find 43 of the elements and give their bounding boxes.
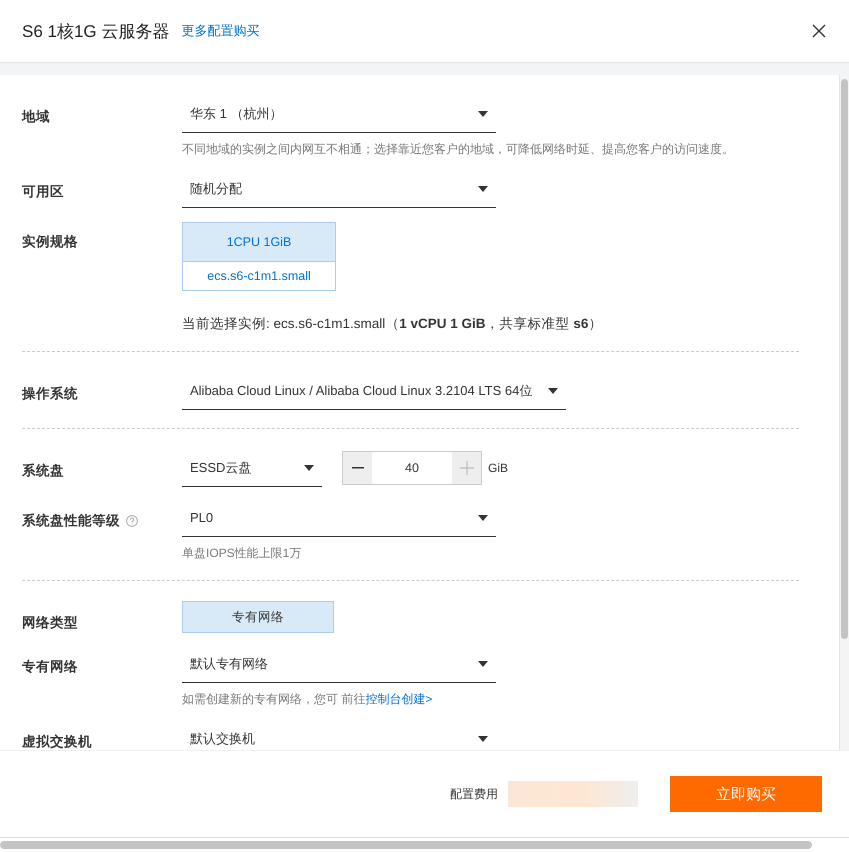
dropdown-select[interactable]: 随机分配 [182, 170, 496, 208]
plus-icon [460, 461, 474, 475]
spec-name: ecs.s6-c1m1.small [206, 268, 312, 285]
hint-text: 不同地域的实例之间内网互不相通；选择靠近您客户的地域，可降低网络时延、提高您客户的访问速度。 [182, 141, 735, 158]
hint-text: 单盘IOPS性能上限1万 [182, 545, 302, 562]
spec-header: 1CPU 1GiB [183, 223, 335, 262]
instance-spec-card[interactable]: 1CPU 1GiB ecs.s6-c1m1.small [182, 222, 336, 291]
caret-icon [478, 660, 488, 666]
dropdown-select[interactable]: 默认专有网络 [182, 645, 496, 683]
field-label: 地域 [22, 108, 50, 126]
dropdown-select[interactable]: PL0 [182, 499, 496, 537]
dropdown-select[interactable]: 华东 1 （杭州） [182, 95, 496, 133]
price-label: 配置费用 [450, 786, 498, 802]
hint-text: 如需创建新的专有网络，您可 前往控制台创建> [182, 691, 434, 708]
caret-icon [548, 388, 558, 394]
caret-icon [304, 464, 314, 470]
amount-input[interactable]: 40 [372, 451, 452, 485]
more-config-link[interactable]: 更多配置购买 [181, 22, 260, 40]
selection-summary: 当前选择实例: ecs.s6-c1m1.small（1 vCPU 1 GiB，共享标准型 s6） [182, 315, 604, 333]
field-label: 网络类型 [22, 614, 78, 632]
console-create-link[interactable]: 控制台创建> [365, 692, 432, 706]
unit-label: GiB [488, 461, 508, 475]
dialog-title: S6 1核1G 云服务器 [22, 20, 170, 42]
minus-button[interactable] [342, 451, 372, 485]
field-label: 可用区 [22, 183, 64, 201]
field-label: 系统盘性能等级 [22, 512, 120, 530]
minus-icon [352, 467, 364, 469]
caret-icon [478, 186, 488, 192]
field-label: 系统盘 [22, 462, 64, 480]
caret-icon [478, 736, 488, 742]
close-icon[interactable] [811, 23, 827, 39]
vertical-scrollbar[interactable] [839, 75, 849, 750]
caret-icon [478, 514, 488, 520]
dropdown-select[interactable]: ESSD云盘 [182, 449, 322, 487]
field-label: 实例规格 [22, 233, 78, 251]
plus-button[interactable] [452, 451, 482, 485]
field-label: 操作系统 [22, 385, 78, 403]
option-button[interactable]: 专有网络 [182, 601, 334, 633]
help-icon[interactable] [126, 515, 138, 527]
dropdown-select[interactable]: Alibaba Cloud Linux / Alibaba Cloud Linux 3.2104 LTS 64位 [182, 372, 566, 410]
caret-icon [478, 110, 488, 116]
field-label: 虚拟交换机 [22, 733, 92, 750]
field-label: 专有网络 [22, 658, 78, 676]
